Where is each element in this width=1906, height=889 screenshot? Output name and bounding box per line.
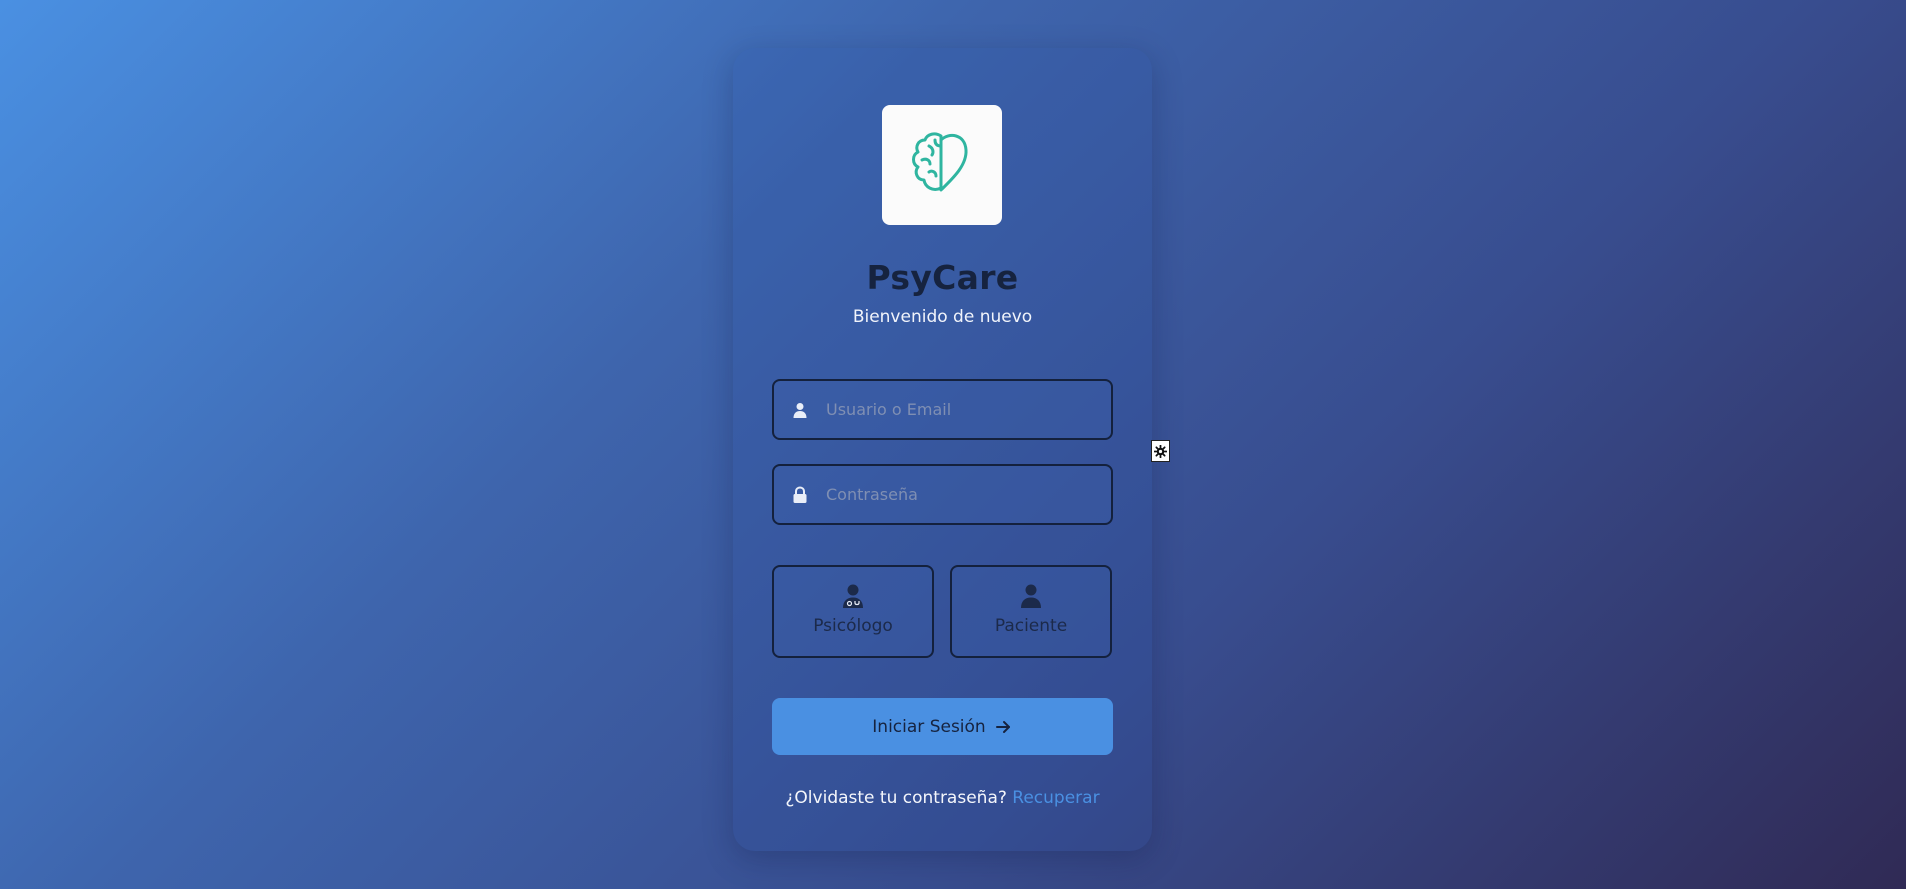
recover-password-link[interactable]: Recuperar bbox=[1012, 788, 1099, 808]
username-input[interactable] bbox=[824, 399, 1098, 420]
app-title: PsyCare bbox=[866, 258, 1019, 297]
app-logo bbox=[882, 105, 1002, 225]
recover-password-row: ¿Olvidaste tu contraseña? Recuperar bbox=[733, 788, 1152, 808]
arrow-right-icon bbox=[995, 718, 1013, 736]
role-psychologist-label: Psicólogo bbox=[813, 616, 893, 636]
brain-heart-logo-icon bbox=[912, 132, 968, 192]
theme-toggle-button[interactable] bbox=[1151, 440, 1170, 462]
app-subtitle: Bienvenido de nuevo bbox=[852, 307, 1033, 327]
role-patient-button[interactable]: Paciente bbox=[950, 565, 1112, 658]
role-psychologist-button[interactable]: Psicólogo bbox=[772, 565, 934, 658]
login-button[interactable]: Iniciar Sesión bbox=[772, 698, 1113, 755]
role-patient-label: Paciente bbox=[994, 616, 1068, 636]
username-field[interactable] bbox=[772, 379, 1113, 440]
user-icon bbox=[1018, 582, 1044, 610]
doctor-icon bbox=[840, 582, 866, 610]
login-card: PsyCare Bienvenido de nuevo Usuario o Em… bbox=[733, 48, 1152, 851]
lock-icon bbox=[790, 485, 810, 505]
gear-icon bbox=[1154, 444, 1167, 458]
recover-password-text: ¿Olvidaste tu contraseña? bbox=[785, 788, 1007, 808]
login-button-label: Iniciar Sesión bbox=[872, 716, 986, 737]
password-input[interactable] bbox=[824, 484, 1098, 505]
password-field[interactable] bbox=[772, 464, 1113, 525]
user-icon bbox=[790, 400, 810, 420]
